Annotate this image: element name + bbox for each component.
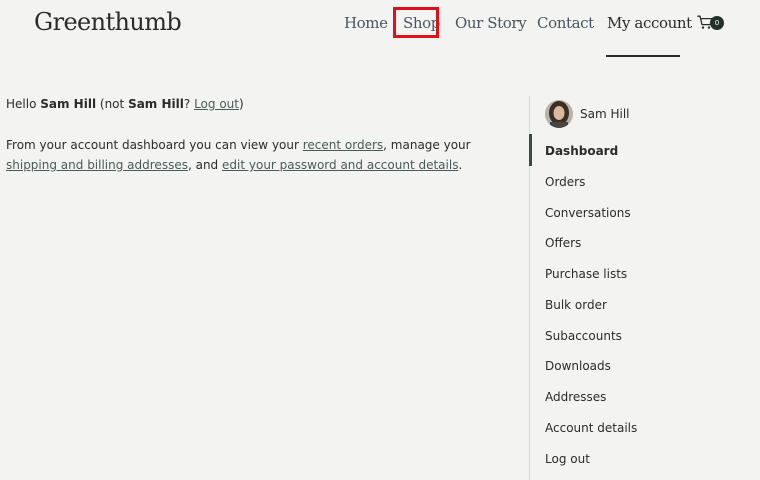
intro-text-4: . [458,158,463,172]
close-paren: ) [238,97,244,111]
account-sidebar: Sam Hill Dashboard Orders Conversations … [529,96,760,480]
nav-contact[interactable]: Contact [537,13,594,33]
sidebar-item-account-details[interactable]: Account details [545,420,637,436]
intro-text-3: , and [187,158,219,172]
greeting-text: Hello Sam Hill (not Sam Hill? Log out) [6,94,496,114]
sidebar-item-offers[interactable]: Offers [545,235,581,251]
account-dashboard-content: Hello Sam Hill (not Sam Hill? Log out) F… [6,94,496,175]
question-mark: ? [183,97,191,111]
sidebar-item-subaccounts[interactable]: Subaccounts [545,328,622,344]
sidebar-item-purchase-lists[interactable]: Purchase lists [545,266,627,282]
active-item-indicator [529,134,532,166]
site-header: Greenthumb Home Shop Our Story Contact M… [0,0,760,58]
nav-home[interactable]: Home [344,13,388,33]
logout-link[interactable]: Log out [194,97,239,111]
recent-orders-link[interactable]: recent orders [303,138,383,152]
dashboard-intro: From your account dashboard you can view… [6,135,496,175]
sidebar-item-bulk-order[interactable]: Bulk order [545,297,607,313]
intro-text-1: From your account dashboard you can view… [6,138,299,152]
nav-shop[interactable]: Shop [403,13,440,33]
nav-my-account[interactable]: My account [607,13,692,33]
sidebar-user-name: Sam Hill [580,107,630,121]
account-details-link[interactable]: edit your password and account details [222,158,458,172]
user-name-bold: Sam Hill [40,97,97,111]
cart-count-badge: 0 [710,16,724,30]
hello-text: Hello [6,97,37,111]
avatar [545,100,573,128]
active-nav-underline [606,55,680,57]
nav-our-story[interactable]: Our Story [455,13,527,33]
intro-text-2: , manage your [383,138,471,152]
cart-button[interactable]: 0 [697,14,729,34]
addresses-link[interactable]: shipping and billing addresses [6,158,188,172]
user-name-bold-2: Sam Hill [128,97,184,111]
sidebar-item-addresses[interactable]: Addresses [545,389,606,405]
not-text: (not [99,97,125,111]
sidebar-item-log-out[interactable]: Log out [545,451,590,467]
sidebar-item-orders[interactable]: Orders [545,174,585,190]
sidebar-item-conversations[interactable]: Conversations [545,205,631,221]
main-nav: Home Shop Our Story Contact My account [0,0,760,58]
sidebar-item-dashboard[interactable]: Dashboard [545,143,618,159]
sidebar-item-downloads[interactable]: Downloads [545,358,611,374]
